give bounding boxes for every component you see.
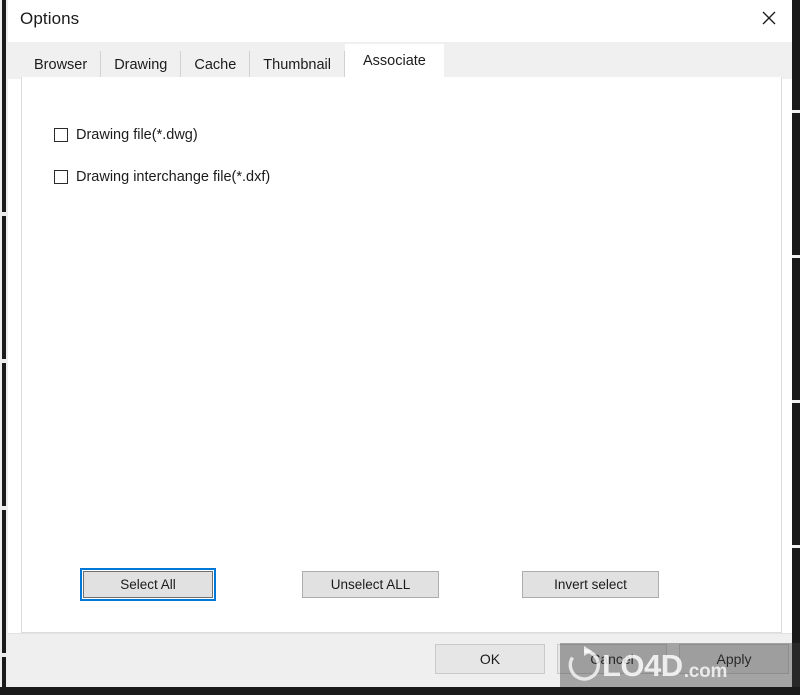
- tab-browser[interactable]: Browser: [21, 51, 102, 79]
- options-dialog: Options Browser Drawing Cache Thumbnail …: [8, 0, 792, 687]
- dialog-footer: OK Cancel Apply: [8, 633, 792, 687]
- checkbox-row-dwg[interactable]: Drawing file(*.dwg): [54, 127, 198, 143]
- checkbox-dwg-label: Drawing file(*.dwg): [76, 127, 198, 143]
- checkbox-dwg[interactable]: [54, 128, 68, 142]
- background-window-right-edge: [792, 0, 800, 695]
- unselect-all-button[interactable]: Unselect ALL: [302, 571, 439, 598]
- select-all-button[interactable]: Select All: [80, 568, 216, 601]
- tab-drawing[interactable]: Drawing: [101, 51, 182, 79]
- tab-list: Browser Drawing Cache Thumbnail Associat…: [21, 44, 444, 79]
- checkbox-dxf-label: Drawing interchange file(*.dxf): [76, 169, 271, 185]
- tab-strip: Browser Drawing Cache Thumbnail Associat…: [8, 42, 792, 79]
- close-icon[interactable]: [746, 0, 792, 36]
- tab-associate[interactable]: Associate: [345, 44, 444, 79]
- tab-thumbnail[interactable]: Thumbnail: [250, 51, 345, 79]
- tab-cache[interactable]: Cache: [181, 51, 251, 79]
- dialog-titlebar: Options: [8, 0, 792, 42]
- ok-button[interactable]: OK: [435, 644, 545, 674]
- apply-button[interactable]: Apply: [679, 644, 789, 674]
- invert-select-button[interactable]: Invert select: [522, 571, 659, 598]
- background-window-left-edge: [0, 0, 8, 695]
- page-title: Options: [20, 9, 80, 28]
- checkbox-row-dxf[interactable]: Drawing interchange file(*.dxf): [54, 169, 270, 185]
- cancel-button[interactable]: Cancel: [557, 644, 667, 674]
- associate-tab-panel: Drawing file(*.dwg) Drawing interchange …: [21, 77, 782, 633]
- screenshot-root: Options Browser Drawing Cache Thumbnail …: [0, 0, 800, 695]
- checkbox-dxf[interactable]: [54, 170, 68, 184]
- background-window-bottom-edge: [0, 687, 800, 695]
